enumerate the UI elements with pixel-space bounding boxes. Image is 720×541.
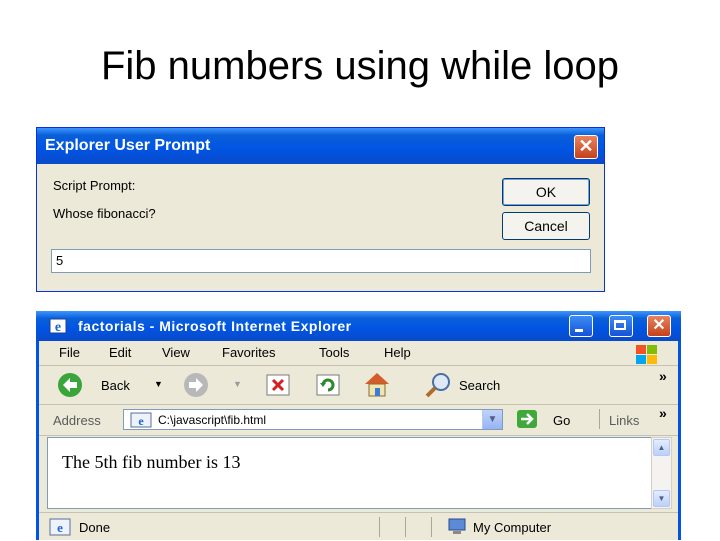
prompt-title: Explorer User Prompt <box>45 137 211 154</box>
toolbar-chevron-icon[interactable]: » <box>659 368 667 384</box>
scroll-down-icon[interactable]: ▼ <box>653 490 670 507</box>
chevron-down-icon[interactable]: ▼ <box>482 410 502 429</box>
cancel-button[interactable]: Cancel <box>502 212 590 240</box>
prompt-input[interactable]: 5 <box>51 249 591 273</box>
browser-window: e factorials - Microsoft Internet Explor… <box>36 311 681 540</box>
home-icon[interactable] <box>361 370 393 398</box>
svg-text:e: e <box>55 320 61 335</box>
browser-title: factorials - Microsoft Internet Explorer <box>78 318 352 334</box>
svg-text:e: e <box>57 520 63 535</box>
status-text: Done <box>79 520 111 535</box>
forward-arrow-icon[interactable] <box>183 372 209 398</box>
go-arrow-icon[interactable] <box>517 410 537 428</box>
status-divider <box>379 517 380 537</box>
links-chevron-icon[interactable]: » <box>659 405 667 421</box>
back-label: Back <box>101 378 130 393</box>
menu-edit[interactable]: Edit <box>109 345 131 360</box>
maximize-button[interactable] <box>609 315 633 337</box>
ie-logo-icon: e <box>49 318 67 335</box>
scroll-up-icon[interactable]: ▲ <box>653 439 670 456</box>
page-content: The 5th fib number is 13 <box>47 437 653 509</box>
address-input[interactable]: e C:\javascript\fib.html ▼ <box>123 409 503 430</box>
menu-help[interactable]: Help <box>384 345 411 360</box>
minimize-icon <box>575 329 583 332</box>
address-label: Address <box>53 413 101 428</box>
menu-view[interactable]: View <box>162 345 190 360</box>
toolbar: Back ▼ ▼ Search » <box>39 366 678 405</box>
prompt-titlebar[interactable]: Explorer User Prompt ✕ <box>37 128 604 164</box>
script-prompt-label: Script Prompt: <box>53 178 136 193</box>
status-bar: e Done My Computer <box>39 512 678 541</box>
close-button[interactable]: ✕ <box>574 135 598 159</box>
back-arrow-icon <box>58 373 82 397</box>
menu-favorites[interactable]: Favorites <box>222 345 275 360</box>
links-button[interactable]: Links <box>609 413 639 428</box>
svg-text:e: e <box>138 414 144 428</box>
vertical-scrollbar[interactable]: ▲ ▼ <box>651 437 672 509</box>
maximize-icon <box>614 320 626 330</box>
zone-text: My Computer <box>473 520 552 535</box>
browser-titlebar[interactable]: e factorials - Microsoft Internet Explor… <box>36 311 681 341</box>
question-label: Whose fibonacci? <box>53 206 156 221</box>
divider <box>599 409 600 429</box>
go-arrow-glyph <box>521 413 534 425</box>
status-divider <box>405 517 406 537</box>
status-divider <box>431 517 432 537</box>
go-button[interactable]: Go <box>553 413 570 428</box>
result-text: The 5th fib number is 13 <box>62 452 241 472</box>
menu-file[interactable]: File <box>59 345 80 360</box>
menu-tools[interactable]: Tools <box>319 345 349 360</box>
page-done-icon: e <box>49 518 71 536</box>
search-icon[interactable] <box>423 371 453 399</box>
address-bar: Address e C:\javascript\fib.html ▼ Go Li… <box>39 405 678 436</box>
windows-flag-icon <box>636 345 657 364</box>
dropdown-arrow-icon[interactable]: ▼ <box>154 379 163 389</box>
search-label[interactable]: Search <box>459 378 500 393</box>
minimize-button[interactable] <box>569 315 593 337</box>
my-computer-icon <box>448 518 466 534</box>
address-value: C:\javascript\fib.html <box>158 413 267 427</box>
refresh-icon[interactable] <box>315 373 341 397</box>
prompt-dialog: Explorer User Prompt ✕ Script Prompt: Wh… <box>36 127 605 292</box>
ok-button[interactable]: OK <box>502 178 590 206</box>
page-icon: e <box>130 412 152 428</box>
menu-bar: File Edit View Favorites Tools Help <box>39 341 678 366</box>
forward-dropdown-icon: ▼ <box>233 379 242 389</box>
slide-title: Fib numbers using while loop <box>100 44 620 88</box>
browser-close-button[interactable]: ✕ <box>647 315 671 337</box>
stop-icon[interactable] <box>265 373 291 397</box>
